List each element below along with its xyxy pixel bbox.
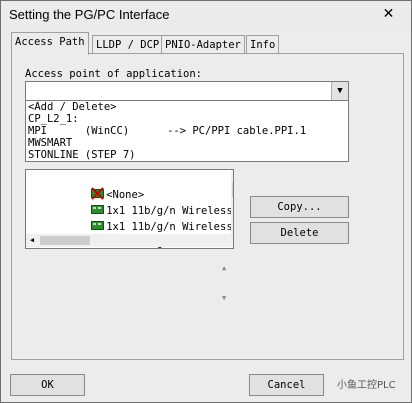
copy-button[interactable]: Copy... — [250, 196, 349, 218]
list-item[interactable]: 1x1 11b/g/n Wireless LAN PCI — [28, 219, 233, 248]
list-item[interactable]: CP_L2_1: — [26, 113, 348, 125]
scroll-right-icon[interactable]: ▶ — [230, 234, 233, 247]
access-point-label: Access point of application: — [25, 68, 203, 80]
window-title: Setting the PG/PC Interface — [9, 7, 170, 22]
scroll-down-icon[interactable]: ▼ — [231, 223, 233, 234]
ok-button[interactable]: OK — [10, 374, 85, 396]
interface-list[interactable]: <None> 1x1 11b/g/n Wireless LAN PCI 1x1 … — [25, 169, 234, 249]
list-item[interactable]: MWSMART — [26, 137, 348, 149]
access-point-value — [26, 88, 28, 100]
title-bar[interactable]: Setting the PG/PC Interface ✕ — [1, 1, 411, 29]
access-point-combo[interactable]: ▼ — [25, 81, 349, 101]
tab-info[interactable]: Info — [246, 35, 280, 54]
delete-button[interactable]: Delete — [250, 222, 349, 244]
watermark: 小鱼工控PLC — [337, 380, 396, 391]
list-item[interactable]: STONLINE (STEP 7) — [26, 149, 348, 161]
access-point-list[interactable]: <Add / Delete> CP_L2_1: MPI (WinCC) --> … — [25, 100, 349, 162]
list-item[interactable]: <None> — [28, 171, 144, 201]
list-item[interactable]: 1x1 11b/g/n Wireless LAN PCI — [28, 187, 233, 217]
dialog-client: Access Path LLDP / DCP PNIO-Adapter Info… — [1, 29, 411, 402]
cancel-button[interactable]: Cancel — [249, 374, 324, 396]
tab-access-path[interactable]: Access Path — [11, 32, 89, 55]
scroll-up-icon[interactable]: ▲ — [231, 170, 233, 181]
scroll-thumb[interactable] — [232, 183, 233, 197]
list-item[interactable]: <Add / Delete> — [26, 101, 348, 113]
tab-lldp-dcp[interactable]: LLDP / DCP — [92, 35, 164, 54]
move-down-icon[interactable]: ▼ — [222, 294, 226, 302]
access-path-panel: Access point of application: ▼ <Add / De… — [11, 53, 404, 360]
close-button[interactable]: ✕ — [372, 3, 405, 25]
dialog-window: Setting the PG/PC Interface ✕ Access Pat… — [0, 0, 412, 403]
vertical-scrollbar[interactable]: ▲ ▼ — [231, 170, 233, 234]
scroll-left-icon[interactable]: ◀ — [26, 234, 38, 247]
tab-pnio-adapter[interactable]: PNIO-Adapter — [161, 35, 245, 54]
horizontal-scrollbar[interactable]: ◀ ▶ — [26, 234, 233, 247]
move-up-icon[interactable]: ▲ — [222, 264, 226, 272]
chevron-down-icon[interactable]: ▼ — [331, 82, 348, 100]
list-item[interactable]: MPI (WinCC) --> PC/PPI cable.PPI.1 — [26, 125, 348, 137]
list-item[interactable]: 1x1 11b/g/n Wireless LAN PCI — [28, 203, 233, 233]
hscroll-thumb[interactable] — [40, 236, 90, 245]
